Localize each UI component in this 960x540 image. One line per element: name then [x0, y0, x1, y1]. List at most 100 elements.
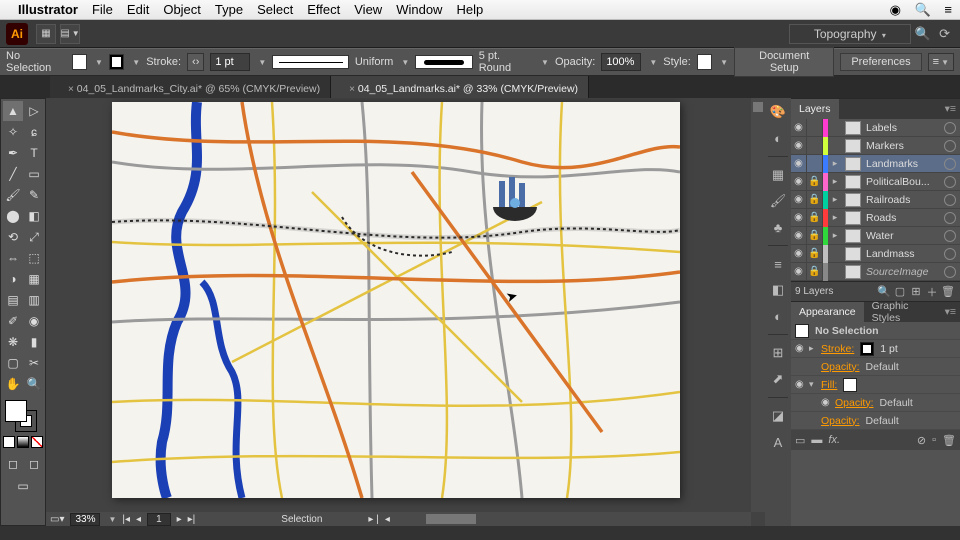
- visibility-icon[interactable]: ◉: [791, 263, 807, 281]
- pathfinder-icon[interactable]: ◪: [768, 406, 788, 426]
- lock-icon[interactable]: 🔒: [807, 263, 823, 281]
- lock-icon[interactable]: 🔒: [807, 227, 823, 245]
- lock-icon[interactable]: 🔒: [807, 245, 823, 263]
- screen-mode[interactable]: ▭: [3, 476, 43, 496]
- eyedropper-tool[interactable]: ✐: [3, 311, 23, 331]
- visibility-icon[interactable]: ◉: [791, 155, 807, 173]
- selection-tool[interactable]: ▲: [3, 101, 23, 121]
- menu-edit[interactable]: Edit: [127, 2, 149, 17]
- brush-definition[interactable]: [415, 55, 472, 69]
- panel-menu-icon[interactable]: ▾≡: [941, 306, 960, 318]
- align-icon[interactable]: ⊞: [768, 343, 788, 363]
- menu-file[interactable]: File: [92, 2, 113, 17]
- paintbrush-tool[interactable]: 🖌: [3, 185, 23, 205]
- slice-tool[interactable]: ✂: [24, 353, 44, 373]
- fill-swatch[interactable]: [72, 54, 87, 70]
- app-menu[interactable]: Illustrator: [18, 2, 78, 17]
- stroke-weight-stepper[interactable]: ‹›: [187, 53, 204, 71]
- layer-row[interactable]: ◉🔒Landmass: [791, 245, 960, 263]
- search-icon[interactable]: 🔍: [915, 26, 931, 42]
- stroke-weight-input[interactable]: [210, 53, 250, 71]
- character-icon[interactable]: A: [768, 432, 788, 452]
- status-nav2-icon[interactable]: ◂: [385, 514, 390, 525]
- target-icon[interactable]: [944, 140, 956, 152]
- transparency-icon[interactable]: ◐: [768, 306, 788, 326]
- free-transform-tool[interactable]: ⬚: [24, 248, 44, 268]
- zoom-tool[interactable]: 🔍: [24, 374, 44, 394]
- artboard-next-icon[interactable]: ▸: [177, 514, 182, 525]
- target-icon[interactable]: [944, 158, 956, 170]
- symbols-icon[interactable]: ♣: [768, 217, 788, 237]
- layer-row[interactable]: ◉🔒▸PoliticalBou...: [791, 173, 960, 191]
- delete-layer-icon[interactable]: 🗑: [940, 285, 956, 298]
- layer-row[interactable]: ◉🔒▸Roads: [791, 209, 960, 227]
- draw-normal[interactable]: ◻: [3, 454, 23, 474]
- artboard-next2-icon[interactable]: ▸|: [188, 514, 196, 525]
- pencil-tool[interactable]: ✎: [24, 185, 44, 205]
- artboard-prev-icon[interactable]: |◂: [122, 514, 130, 525]
- perspective-tool[interactable]: ▦: [24, 269, 44, 289]
- menu-effect[interactable]: Effect: [307, 2, 340, 17]
- menu-window[interactable]: Window: [396, 2, 442, 17]
- menu-select[interactable]: Select: [257, 2, 293, 17]
- arrange-documents-button[interactable]: ▤▼: [60, 24, 80, 44]
- lasso-tool[interactable]: ɕ: [24, 122, 44, 142]
- swatches-icon[interactable]: ▦: [768, 165, 788, 185]
- visibility-icon[interactable]: ◉: [791, 119, 807, 137]
- target-icon[interactable]: [944, 230, 956, 242]
- disclosure-icon[interactable]: ▸: [828, 212, 842, 223]
- layer-row[interactable]: ◉ Labels: [791, 119, 960, 137]
- disclosure-icon[interactable]: ▸: [828, 158, 842, 169]
- artboard-tool[interactable]: ▢: [3, 353, 23, 373]
- appearance-stroke-row[interactable]: ◉ ▸ Stroke: 1 pt: [791, 340, 960, 358]
- menu-view[interactable]: View: [354, 2, 382, 17]
- layer-name[interactable]: PoliticalBou...: [864, 176, 942, 188]
- layer-name[interactable]: Markers: [864, 140, 942, 152]
- gradient-tool[interactable]: ▥: [24, 290, 44, 310]
- artboard-nav-icon[interactable]: ▭▾: [50, 514, 64, 525]
- add-fill-icon[interactable]: ▬: [811, 434, 822, 446]
- target-icon[interactable]: [944, 122, 956, 134]
- target-icon[interactable]: [944, 194, 956, 206]
- stroke-color-swatch[interactable]: [860, 342, 874, 356]
- menu-object[interactable]: Object: [163, 2, 201, 17]
- appearance-tab[interactable]: Appearance: [791, 302, 864, 322]
- disclosure-icon[interactable]: ▸: [828, 194, 842, 205]
- variable-width-profile[interactable]: [272, 55, 349, 69]
- layers-tab[interactable]: Layers: [791, 99, 839, 119]
- new-layer-icon[interactable]: ＋: [924, 284, 940, 300]
- layer-name[interactable]: Labels: [864, 122, 942, 134]
- target-icon[interactable]: [944, 212, 956, 224]
- scale-tool[interactable]: ⤢: [24, 227, 44, 247]
- clear-appearance-icon[interactable]: ⊘: [917, 434, 926, 447]
- lock-icon[interactable]: [807, 119, 823, 137]
- type-tool[interactable]: T: [24, 143, 44, 163]
- locate-object-icon[interactable]: 🔍: [876, 285, 892, 298]
- rectangle-tool[interactable]: ▭: [24, 164, 44, 184]
- workspace-switcher[interactable]: Topography ▾: [789, 24, 911, 44]
- bridge-button[interactable]: ▦: [36, 24, 56, 44]
- layer-name[interactable]: Railroads: [864, 194, 942, 206]
- none-mode[interactable]: [31, 436, 43, 448]
- eraser-tool[interactable]: ◧: [24, 206, 44, 226]
- cc-icon[interactable]: ◉: [890, 2, 901, 17]
- layer-name[interactable]: SourceImage: [864, 266, 942, 278]
- menu-help[interactable]: Help: [456, 2, 483, 17]
- target-icon[interactable]: [944, 266, 956, 278]
- color-panel-icon[interactable]: 🎨: [768, 102, 788, 122]
- document-tab[interactable]: × 04_05_Landmarks.ai* @ 33% (CMYK/Previe…: [331, 76, 589, 98]
- layer-row[interactable]: ◉🔒 SourceImage: [791, 263, 960, 281]
- target-icon[interactable]: [944, 248, 956, 260]
- layer-row[interactable]: ◉Markers: [791, 137, 960, 155]
- fill-color-swatch[interactable]: [843, 378, 857, 392]
- fill-stroke-control[interactable]: [3, 400, 43, 434]
- visibility-icon[interactable]: ◉: [791, 245, 807, 263]
- vertical-scrollbar[interactable]: [751, 98, 765, 512]
- new-sublayer-icon[interactable]: ⊞: [908, 285, 924, 298]
- appearance-opacity-row[interactable]: Opacity: Default: [791, 358, 960, 376]
- visibility-icon[interactable]: ◉: [791, 173, 807, 191]
- document-setup-button[interactable]: Document Setup: [734, 47, 834, 77]
- lock-icon[interactable]: 🔒: [807, 209, 823, 227]
- rotate-tool[interactable]: ⟲: [3, 227, 23, 247]
- brushes-icon[interactable]: 🖌: [768, 191, 788, 211]
